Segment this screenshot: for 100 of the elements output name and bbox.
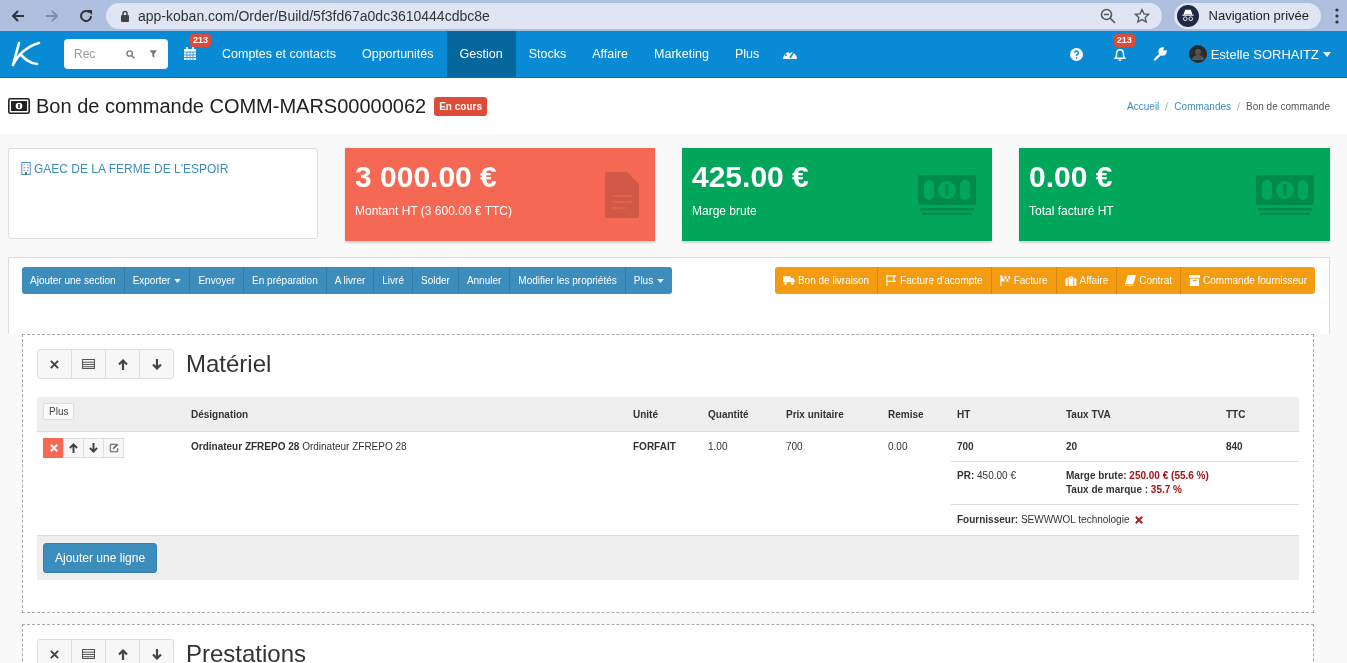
- flag-icon: [886, 275, 898, 286]
- action-button[interactable]: Plus: [625, 267, 673, 294]
- move-down-button[interactable]: [139, 639, 174, 663]
- reload-icon[interactable]: [78, 7, 94, 24]
- section-title: Prestations: [186, 640, 307, 663]
- supplier-text: Fournisseur: SEWWWOL technologie: [957, 514, 1130, 525]
- address-bar[interactable]: app-koban.com/Order/Build/5f3fd67a0dc3610444cdbc8e: [106, 2, 1162, 29]
- move-up-button[interactable]: [105, 639, 140, 663]
- nav-item[interactable]: Comptes et contacts: [209, 31, 349, 77]
- arrow-down-icon: [151, 648, 162, 660]
- move-down-button[interactable]: [139, 349, 174, 379]
- add-line-button[interactable]: Ajouter une ligne: [43, 543, 158, 573]
- action-button[interactable]: En préparation: [244, 267, 327, 294]
- search-icon[interactable]: [126, 47, 136, 61]
- table-cell: 20: [1060, 432, 1220, 462]
- arrow-up-icon: [117, 358, 128, 370]
- arrow-down-icon: [151, 358, 162, 370]
- action-button[interactable]: A livrer: [326, 267, 375, 294]
- table-icon: [82, 359, 95, 369]
- arrow-down-icon: [89, 443, 98, 453]
- action-button[interactable]: Exporter: [124, 267, 191, 294]
- close-icon: [50, 359, 59, 369]
- table-icon: [82, 649, 95, 659]
- caret-icon: [1323, 51, 1331, 57]
- book-icon: [1125, 275, 1137, 286]
- bell-icon[interactable]: [1112, 46, 1127, 62]
- private-browsing-badge[interactable]: Navigation privée: [1173, 2, 1321, 29]
- status-badge: En cours: [434, 96, 487, 116]
- page-title: Bon de commande COMM-MARS00000062: [36, 94, 427, 118]
- action-button[interactable]: Envoyer: [190, 267, 245, 294]
- nav-item[interactable]: Gestion: [446, 31, 516, 77]
- delete-section-button[interactable]: [37, 349, 72, 379]
- breadcrumb-current: Bon de commande: [1246, 100, 1330, 112]
- document-button[interactable]: Commande fournisseur: [1181, 267, 1315, 294]
- document-button[interactable]: Bon de livraison: [774, 267, 879, 294]
- truck-icon: [782, 276, 795, 285]
- nav-item[interactable]: Plus: [721, 31, 773, 77]
- column-header: HT: [951, 397, 1060, 432]
- table-view-button[interactable]: [71, 639, 106, 663]
- user-menu[interactable]: Estelle SORHAITZ: [1188, 45, 1331, 63]
- menu-icon[interactable]: [1335, 7, 1339, 24]
- nav-item[interactable]: Affaire: [579, 31, 642, 77]
- edit-button[interactable]: [103, 438, 124, 458]
- wrench-icon[interactable]: [1152, 47, 1167, 61]
- move-up-button[interactable]: [105, 349, 140, 379]
- help-icon[interactable]: [1069, 47, 1083, 61]
- more-button[interactable]: Plus: [43, 402, 75, 420]
- notification-count-badge: 213: [1113, 33, 1135, 47]
- account-link[interactable]: GAEC DE LA FERME DE L'ESPOIR: [34, 162, 229, 176]
- stat-value: 425.00 €: [692, 160, 809, 194]
- briefcase-icon: [1064, 275, 1077, 286]
- table-cell-text: Ordinateur ZFREPO 28 Ordinateur ZFREPO 28: [190, 440, 408, 454]
- close-icon: [50, 649, 59, 659]
- column-header: TTC: [1220, 397, 1299, 432]
- nav-item[interactable]: Opportunités: [348, 31, 447, 77]
- checkered-flag-icon: [999, 275, 1011, 286]
- avatar-icon: [1188, 45, 1207, 63]
- private-browsing-label: Navigation privée: [1208, 8, 1309, 23]
- breadcrumb-link[interactable]: Accueil: [1127, 100, 1160, 112]
- breadcrumb-link[interactable]: Commandes: [1174, 100, 1232, 112]
- document-button[interactable]: Facture: [991, 267, 1057, 294]
- filter-icon[interactable]: [149, 48, 158, 60]
- stat-value: 3 000.00 €: [355, 160, 498, 194]
- column-header: Prix unitaire: [780, 397, 882, 432]
- action-button[interactable]: Annuler: [458, 267, 511, 294]
- column-header: Remise: [882, 397, 951, 432]
- column-header: Taux TVA: [1060, 397, 1220, 432]
- table-cell-text: FORFAIT: [632, 440, 677, 454]
- document-button[interactable]: Facture d'acompte: [878, 267, 992, 294]
- action-button[interactable]: Modifier les propriétés: [510, 267, 626, 294]
- close-icon: [49, 444, 58, 452]
- url-text: app-koban.com/Order/Build/5f3fd67a0dc3610444cdbc8e: [138, 7, 490, 24]
- zoom-out-icon[interactable]: [1099, 7, 1116, 24]
- action-button[interactable]: Ajouter une section: [22, 267, 125, 294]
- back-icon[interactable]: [10, 7, 26, 24]
- gross-margin-text: Marge brute: 250.00 € (55.6 %): [1066, 470, 1210, 481]
- document-button[interactable]: Contrat: [1117, 267, 1182, 294]
- nav-item[interactable]: Marketing: [641, 31, 722, 77]
- remove-supplier-icon[interactable]: [1135, 515, 1144, 524]
- star-icon[interactable]: [1133, 7, 1150, 24]
- edit-icon: [108, 443, 119, 453]
- action-button[interactable]: Livré: [374, 267, 413, 294]
- table-view-button[interactable]: [71, 349, 106, 379]
- column-header: Quantité: [702, 397, 780, 432]
- document-button[interactable]: Affaire: [1056, 267, 1118, 294]
- table-cell: 840: [1220, 432, 1299, 462]
- document-icon: [605, 171, 639, 218]
- move-down-button[interactable]: [83, 438, 104, 458]
- archive-icon: [1189, 275, 1201, 286]
- delete-section-button[interactable]: [37, 639, 72, 663]
- table-cell-text: 0.00: [887, 440, 909, 454]
- lock-icon: [120, 9, 130, 22]
- action-button[interactable]: Solder: [412, 267, 459, 294]
- stat-label: Total facturé HT: [1029, 204, 1114, 218]
- nav-item[interactable]: Stocks: [515, 31, 580, 77]
- calendar-icon[interactable]: [183, 47, 197, 61]
- stat-label: Marge brute: [692, 204, 758, 218]
- column-header: Désignation: [185, 397, 627, 432]
- move-up-button[interactable]: [63, 438, 84, 458]
- incognito-icon: [1176, 4, 1199, 27]
